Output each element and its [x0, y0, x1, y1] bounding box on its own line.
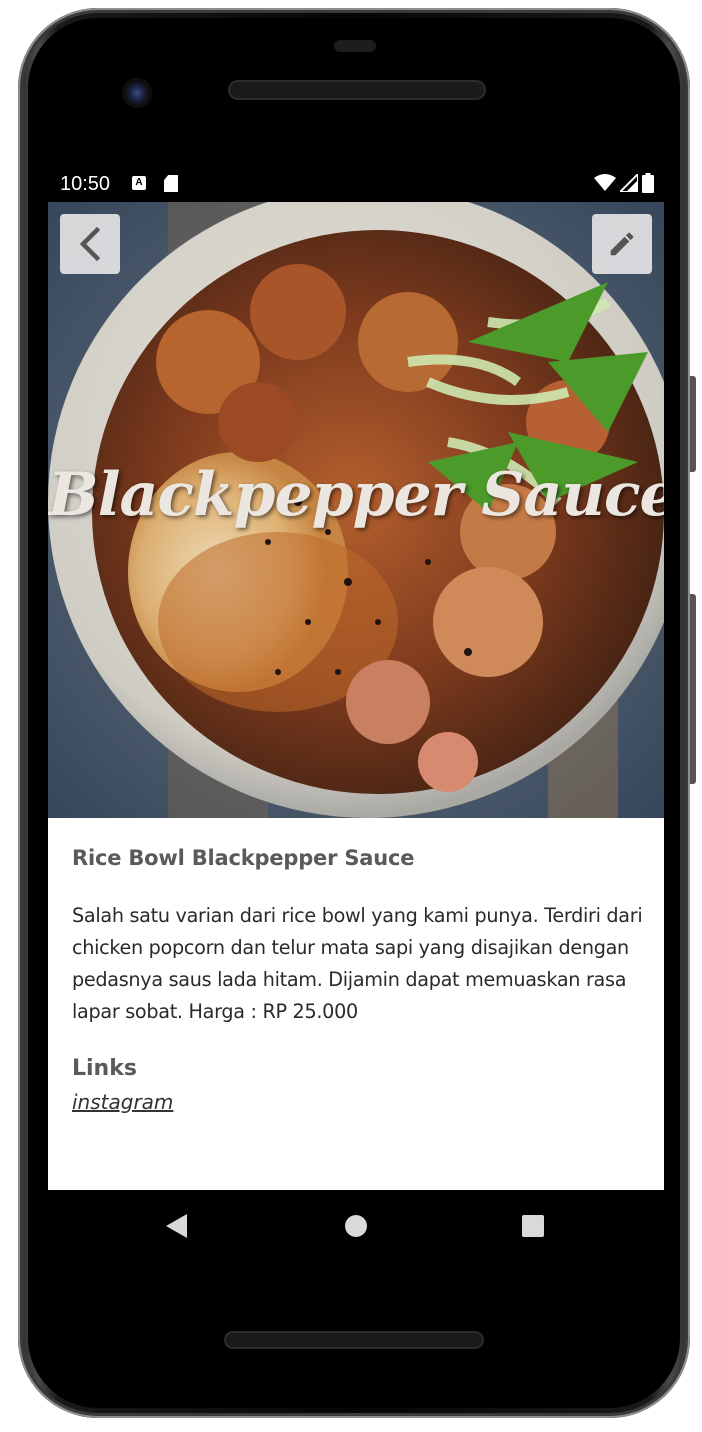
- item-description: Salah satu varian dari rice bowl yang ka…: [72, 904, 643, 1023]
- volume-button: [690, 594, 696, 784]
- instagram-link[interactable]: instagram: [72, 1090, 173, 1114]
- status-time: 10:50: [60, 173, 111, 195]
- signal-icon: [620, 174, 638, 192]
- battery-icon: [642, 173, 654, 193]
- proximity-sensor: [334, 40, 376, 52]
- links-heading: Links: [72, 1056, 137, 1081]
- bottom-speaker: [226, 1333, 482, 1347]
- sd-card-icon: [164, 175, 178, 192]
- a-notification-icon: A: [132, 176, 146, 190]
- back-button[interactable]: [60, 214, 120, 274]
- edit-button[interactable]: [592, 214, 652, 274]
- navigation-bar: [48, 1190, 664, 1262]
- status-icons: [594, 173, 654, 193]
- pencil-icon: [610, 232, 634, 256]
- square-recents-icon[interactable]: [522, 1215, 544, 1237]
- hero-image: Blackpepper Sauce: [48, 202, 664, 818]
- chevron-left-icon: [79, 227, 101, 261]
- item-title: Rice Bowl Blackpepper Sauce: [72, 846, 415, 870]
- earpiece-speaker: [230, 82, 484, 98]
- triangle-back-icon[interactable]: [166, 1214, 187, 1238]
- detail-panel: Rice Bowl Blackpepper Sauce Salah satu v…: [48, 818, 664, 1190]
- circle-home-icon[interactable]: [345, 1215, 367, 1237]
- wifi-icon: [594, 174, 616, 191]
- screen: 10:50 A Blackpepper Sauce Rice Bowl Blac…: [48, 164, 664, 1190]
- power-button: [690, 376, 696, 472]
- hero-overlay-title: Blackpepper Sauce: [48, 460, 664, 530]
- front-camera: [122, 78, 152, 108]
- status-bar: 10:50 A: [48, 164, 664, 202]
